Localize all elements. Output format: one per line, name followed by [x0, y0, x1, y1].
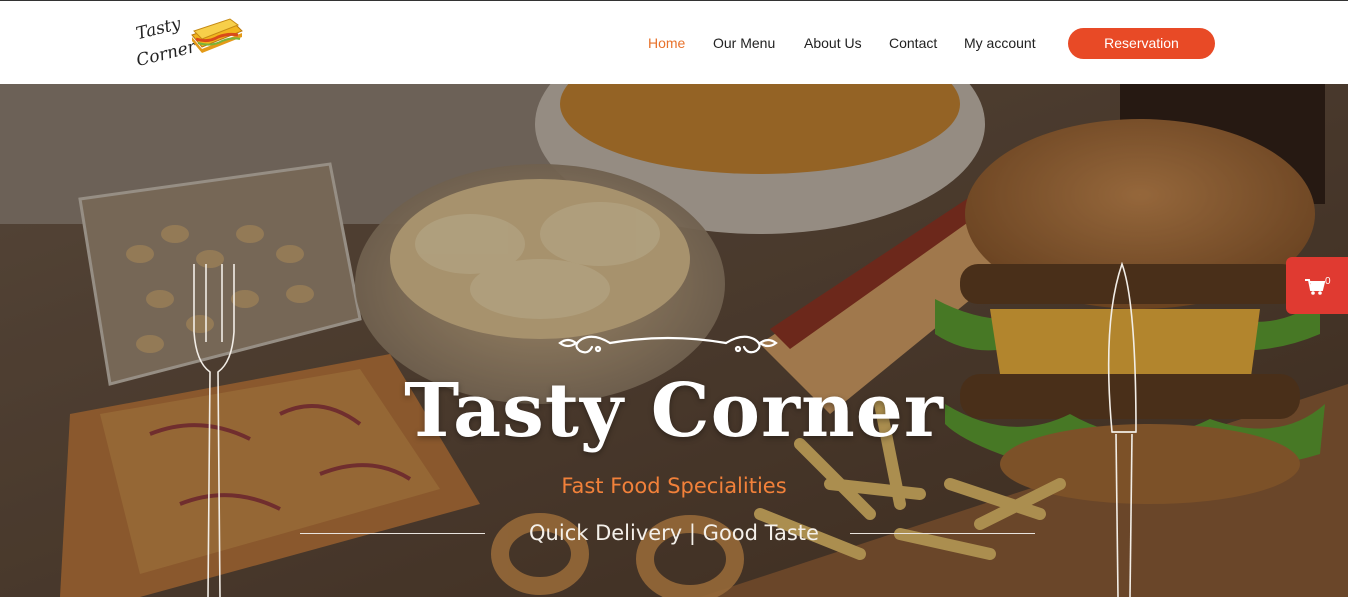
- tagline-divider-right: [850, 533, 1035, 534]
- nav-home[interactable]: Home: [648, 28, 685, 58]
- floating-cart-button[interactable]: 0: [1286, 257, 1348, 314]
- logo-text-line1: Tasty: [134, 13, 183, 45]
- hero-tagline: Quick Delivery | Good Taste: [529, 521, 819, 545]
- site-logo[interactable]: Tasty Corner: [134, 13, 246, 73]
- nav-contact[interactable]: Contact: [889, 28, 937, 58]
- shopping-cart-icon: [1305, 279, 1325, 295]
- cart-count-badge: 0: [1325, 276, 1331, 287]
- site-header: Tasty Corner Home Our Menu About Us Cont…: [0, 0, 1348, 84]
- hero-section: Tasty Corner Fast Food Specialities Quic…: [0, 84, 1348, 597]
- nav-about-us[interactable]: About Us: [804, 28, 862, 58]
- title-flourish-ornament: [558, 335, 778, 354]
- nav-my-account[interactable]: My account: [964, 28, 1036, 58]
- hero-subtitle: Fast Food Specialities: [561, 474, 787, 498]
- reservation-button[interactable]: Reservation: [1068, 28, 1215, 59]
- sandwich-logo-icon: [191, 18, 243, 53]
- hero-title: Tasty Corner: [404, 368, 944, 454]
- nav-our-menu[interactable]: Our Menu: [713, 28, 775, 58]
